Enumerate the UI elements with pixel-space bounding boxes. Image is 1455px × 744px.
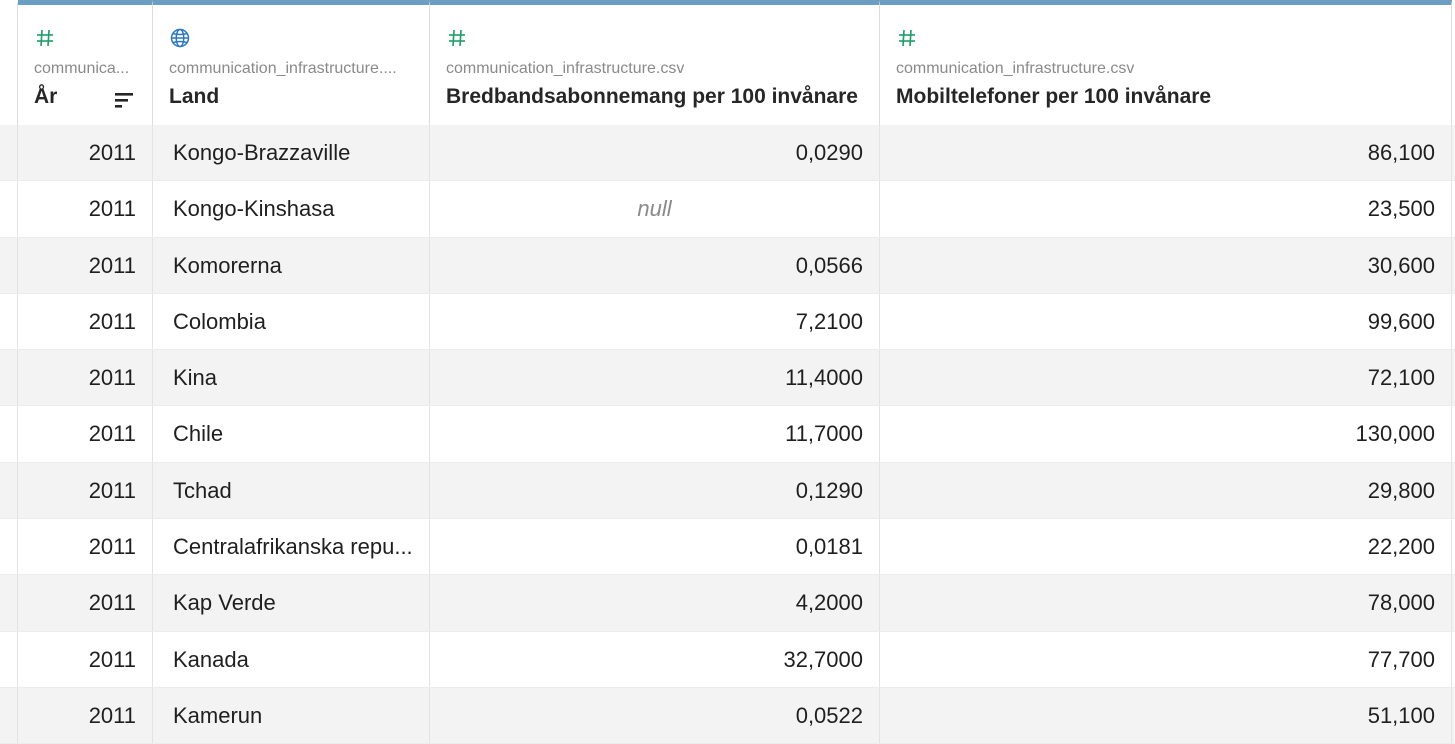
cell-broadband[interactable]: 7,2100 xyxy=(430,293,880,350)
table-row[interactable]: 2011 Centralafrikanska repu... 0,0181 22… xyxy=(0,519,1455,576)
column-source: communication_infrastructure.csv xyxy=(896,60,1135,77)
table-row[interactable]: 2011 Komorerna 0,0566 30,600 xyxy=(0,237,1455,294)
cell-mobile[interactable]: 29,800 xyxy=(880,462,1452,519)
cell-year[interactable]: 2011 xyxy=(18,350,153,406)
cell-country[interactable]: Kongo-Brazzaville xyxy=(153,125,430,181)
sort-icon[interactable] xyxy=(114,91,134,111)
cell-broadband[interactable]: 11,7000 xyxy=(430,406,880,462)
cell-year[interactable]: 2011 xyxy=(18,406,153,462)
globe-icon xyxy=(170,28,190,48)
column-title: År xyxy=(34,85,58,108)
row-gutter xyxy=(0,125,18,181)
cell-year[interactable]: 2011 xyxy=(18,181,153,237)
cell-country[interactable]: Centralafrikanska repu... xyxy=(153,519,430,575)
data-table: communica... År communication_infrastruc… xyxy=(0,0,1455,744)
hash-icon xyxy=(37,29,53,47)
column-source: communica... xyxy=(34,60,130,77)
cell-year[interactable]: 2011 xyxy=(18,519,153,575)
hash-icon xyxy=(899,29,915,47)
cell-year[interactable]: 2011 xyxy=(18,125,153,181)
cell-year[interactable]: 2011 xyxy=(18,237,153,293)
column-title: Bredbandsabonnemang per 100 invånare xyxy=(446,85,858,108)
cell-country[interactable]: Kongo-Kinshasa xyxy=(153,181,430,237)
cell-broadband[interactable]: 0,0290 xyxy=(430,125,880,181)
row-gutter-header xyxy=(0,0,18,125)
row-gutter xyxy=(0,293,18,350)
column-header-broadband[interactable]: communication_infrastructure.csv Bredban… xyxy=(430,0,880,125)
column-source: communication_infrastructure.csv xyxy=(446,60,685,77)
table-header: communica... År communication_infrastruc… xyxy=(0,0,1455,127)
table-body: 2011 Kongo-Brazzaville 0,0290 86,100 201… xyxy=(0,125,1455,744)
cell-mobile[interactable]: 77,700 xyxy=(880,631,1452,687)
table-row[interactable]: 2011 Kongo-Brazzaville 0,0290 86,100 xyxy=(0,125,1455,182)
cell-mobile[interactable]: 51,100 xyxy=(880,687,1452,744)
cell-broadband-null[interactable]: null xyxy=(430,181,880,237)
column-header-year[interactable]: communica... År xyxy=(18,0,153,125)
cell-broadband[interactable]: 0,0566 xyxy=(430,237,880,293)
cell-country[interactable]: Kanada xyxy=(153,631,430,687)
cell-broadband[interactable]: 0,1290 xyxy=(430,462,880,519)
table-row[interactable]: 2011 Kap Verde 4,2000 78,000 xyxy=(0,575,1455,632)
row-gutter xyxy=(0,631,18,687)
cell-year[interactable]: 2011 xyxy=(18,575,153,631)
table-row[interactable]: 2011 Kanada 32,7000 77,700 xyxy=(0,631,1455,688)
cell-mobile[interactable]: 78,000 xyxy=(880,575,1452,631)
cell-country[interactable]: Kina xyxy=(153,350,430,406)
cell-year[interactable]: 2011 xyxy=(18,293,153,350)
cell-mobile[interactable]: 30,600 xyxy=(880,237,1452,293)
cell-mobile[interactable]: 23,500 xyxy=(880,181,1452,237)
cell-mobile[interactable]: 86,100 xyxy=(880,125,1452,181)
row-gutter xyxy=(0,237,18,293)
cell-broadband[interactable]: 4,2000 xyxy=(430,575,880,631)
table-row[interactable]: 2011 Tchad 0,1290 29,800 xyxy=(0,462,1455,520)
cell-country[interactable]: Kamerun xyxy=(153,687,430,744)
cell-year[interactable]: 2011 xyxy=(18,631,153,687)
column-header-mobile[interactable]: communication_infrastructure.csv Mobilte… xyxy=(880,0,1452,125)
cell-mobile[interactable]: 72,100 xyxy=(880,350,1452,406)
cell-broadband[interactable]: 0,0181 xyxy=(430,519,880,575)
table-row[interactable]: 2011 Kongo-Kinshasa null 23,500 xyxy=(0,181,1455,238)
table-row[interactable]: 2011 Kina 11,4000 72,100 xyxy=(0,350,1455,407)
row-gutter xyxy=(0,181,18,237)
cell-broadband[interactable]: 32,7000 xyxy=(430,631,880,687)
cell-country[interactable]: Colombia xyxy=(153,293,430,350)
cell-broadband[interactable]: 11,4000 xyxy=(430,350,880,406)
cell-mobile[interactable]: 130,000 xyxy=(880,406,1452,462)
cell-mobile[interactable]: 22,200 xyxy=(880,519,1452,575)
column-header-country[interactable]: communication_infrastructure.... Land xyxy=(153,0,430,125)
cell-year[interactable]: 2011 xyxy=(18,687,153,744)
row-gutter xyxy=(0,462,18,519)
cell-country[interactable]: Chile xyxy=(153,406,430,462)
row-gutter xyxy=(0,519,18,575)
table-row[interactable]: 2011 Colombia 7,2100 99,600 xyxy=(0,293,1455,351)
row-gutter xyxy=(0,350,18,406)
cell-country[interactable]: Tchad xyxy=(153,462,430,519)
row-gutter xyxy=(0,406,18,462)
column-title: Mobiltelefoner per 100 invånare xyxy=(896,85,1212,108)
hash-icon xyxy=(449,29,465,47)
cell-country[interactable]: Komorerna xyxy=(153,237,430,293)
cell-broadband[interactable]: 0,0522 xyxy=(430,687,880,744)
table-row[interactable]: 2011 Kamerun 0,0522 51,100 xyxy=(0,687,1455,744)
column-title: Land xyxy=(169,85,220,108)
cell-country[interactable]: Kap Verde xyxy=(153,575,430,631)
row-gutter xyxy=(0,575,18,631)
cell-year[interactable]: 2011 xyxy=(18,462,153,519)
row-gutter xyxy=(0,687,18,744)
column-source: communication_infrastructure.... xyxy=(169,60,397,77)
table-row[interactable]: 2011 Chile 11,7000 130,000 xyxy=(0,406,1455,463)
cell-mobile[interactable]: 99,600 xyxy=(880,293,1452,350)
